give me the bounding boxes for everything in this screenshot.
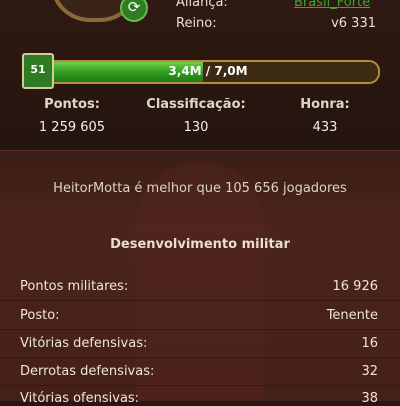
- list-item: Vitórias defensivas: 16: [20, 336, 378, 351]
- alliance-label: Aliança:: [176, 0, 228, 10]
- realm-label: Reino:: [176, 16, 217, 31]
- list-item: Vitórias ofensivas: 38: [20, 391, 378, 406]
- xp-text: 3,4M / 7,0M: [168, 64, 248, 78]
- xp-progress: 3,4M / 7,0M 51: [22, 53, 380, 89]
- section-title: Desenvolvimento militar: [110, 237, 290, 252]
- row-label: Derrotas defensivas:: [20, 364, 155, 379]
- list-item: Derrotas defensivas: 32: [20, 364, 378, 379]
- points-stat: Pontos: 1 259 605: [2, 97, 142, 135]
- swap-icon[interactable]: ⟳: [120, 0, 148, 22]
- realm-value: v6 331: [331, 16, 376, 31]
- level-badge-icon: 51: [22, 53, 54, 89]
- points-value: 1 259 605: [38, 120, 106, 135]
- xp-bar: 3,4M / 7,0M: [36, 60, 380, 84]
- points-label: Pontos:: [44, 97, 100, 112]
- profile-header: ⟳ Aliança: Brasil_Forte Reino: v6 331 3,…: [0, 0, 400, 150]
- rank-label: Classificação:: [146, 97, 246, 112]
- honor-label: Honra:: [300, 97, 350, 112]
- honor-value: 433: [312, 120, 338, 135]
- divider: [0, 357, 400, 358]
- row-value: 38: [361, 391, 378, 406]
- comparison-text: HeitorMotta é melhor que 105 656 jogador…: [53, 181, 347, 196]
- row-label: Vitórias defensivas:: [20, 336, 148, 351]
- row-value: 16: [361, 336, 378, 351]
- rank-value: 130: [183, 120, 209, 135]
- alliance-link[interactable]: Brasil_Forte: [294, 0, 370, 10]
- divider: [0, 329, 400, 330]
- list-item: Pontos militares: 16 926: [20, 279, 378, 294]
- row-label: Pontos militares:: [20, 279, 129, 294]
- row-value: Tenente: [326, 308, 378, 323]
- military-panel: HeitorMotta é melhor que 105 656 jogador…: [0, 150, 400, 406]
- row-label: Posto:: [20, 308, 60, 323]
- divider: [0, 385, 400, 386]
- divider: [0, 300, 400, 301]
- list-item: Posto: Tenente: [20, 308, 378, 323]
- row-label: Vitórias ofensivas:: [20, 391, 140, 406]
- row-value: 16 926: [332, 279, 379, 294]
- rank-stat: Classificação: 130: [126, 97, 266, 135]
- honor-stat: Honra: 433: [255, 97, 395, 135]
- row-value: 32: [361, 364, 378, 379]
